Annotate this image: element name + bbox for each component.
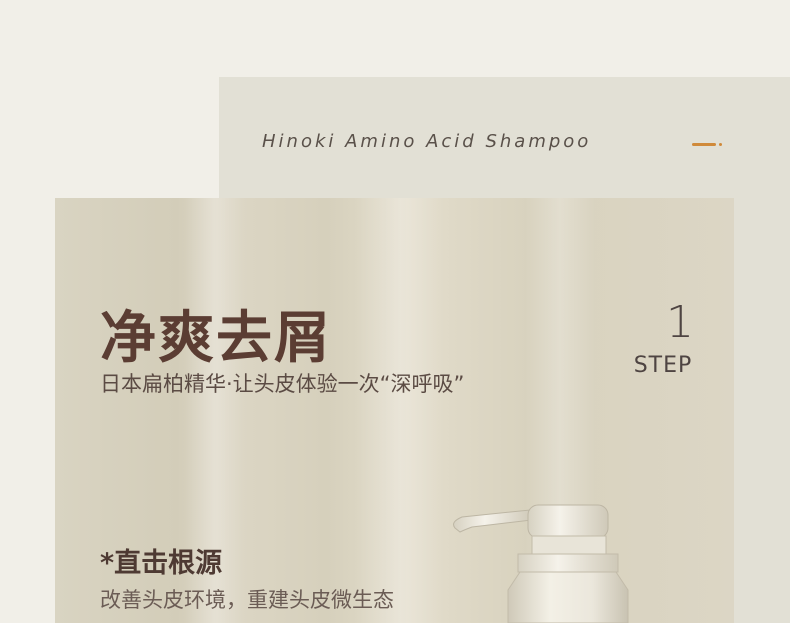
feature-description: 改善头皮环境，重建头皮微生态: [100, 588, 394, 612]
step-number: 1: [666, 297, 694, 348]
step-label: STEP: [633, 353, 693, 378]
product-name: Hinoki Amino Acid Shampoo: [262, 131, 592, 152]
accent-dash: [692, 143, 716, 146]
shampoo-bottle-image: [453, 504, 629, 623]
accent-dot: [719, 143, 722, 146]
hero-headline: 净爽去屑: [100, 306, 332, 371]
feature-title: *直击根源: [100, 548, 223, 579]
light-streak: [355, 198, 445, 623]
hero-subline: 日本扁柏精华·让头皮体验一次“深呼吸”: [100, 372, 465, 396]
